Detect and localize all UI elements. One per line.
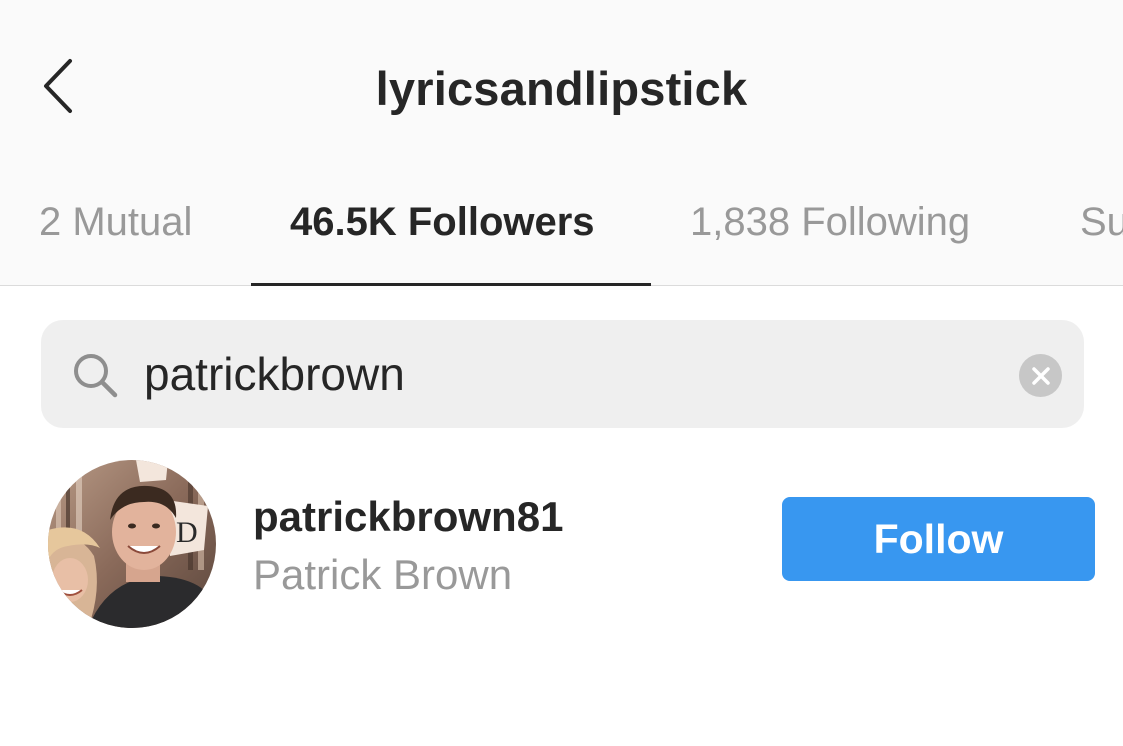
svg-text:D: D [176, 516, 198, 549]
tab-mutual[interactable]: 2 Mutual [39, 192, 192, 252]
result-username[interactable]: patrickbrown81 [253, 490, 563, 544]
followers-screen: lyricsandlipstick 2 Mutual 46.5K Followe… [0, 0, 1123, 746]
search-icon [74, 354, 118, 398]
clear-icon [1031, 366, 1050, 385]
tab-followers[interactable]: 46.5K Followers [290, 192, 595, 252]
tab-suggested[interactable]: Suggested [1080, 192, 1123, 252]
result-full-name: Patrick Brown [253, 551, 513, 598]
active-tab-indicator [251, 283, 651, 286]
search-input[interactable] [144, 340, 984, 408]
follow-button[interactable]: Follow [782, 497, 1095, 581]
clear-search-button[interactable] [1019, 354, 1062, 397]
header-bar: lyricsandlipstick 2 Mutual 46.5K Followe… [0, 0, 1123, 286]
profile-photo: D [48, 460, 216, 628]
page-title: lyricsandlipstick [375, 62, 748, 115]
tab-following[interactable]: 1,838 Following [690, 192, 970, 252]
avatar[interactable]: D [48, 460, 216, 628]
